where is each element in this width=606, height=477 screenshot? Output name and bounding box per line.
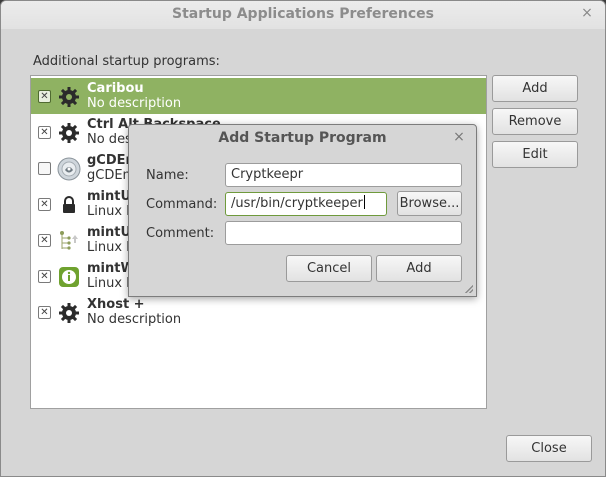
list-item[interactable]: ✕ Caribou No description — [31, 78, 486, 114]
window-title: Startup Applications Preferences — [172, 6, 434, 22]
program-description: No description — [87, 312, 182, 327]
close-button[interactable]: Close — [506, 435, 592, 462]
section-label: Additional startup programs: — [33, 54, 220, 69]
lock-icon — [57, 193, 81, 217]
enable-checkbox[interactable]: ✕ — [38, 90, 51, 103]
name-field-value: Cryptkeepr — [231, 167, 304, 182]
name-label: Name: — [146, 168, 189, 183]
add-startup-program-dialog: Add Startup Program × Name: Cryptkeepr C… — [128, 124, 477, 297]
window-close-icon[interactable]: × — [579, 5, 595, 21]
list-item-text: Caribou No description — [87, 81, 181, 112]
info-icon — [57, 265, 81, 289]
enable-checkbox[interactable]: ✕ — [38, 270, 51, 283]
gear-icon — [57, 85, 81, 109]
command-field[interactable]: /usr/bin/cryptkeeper — [225, 192, 387, 216]
list-item[interactable]: ✕ Xhost + No description — [31, 294, 486, 330]
program-name: Xhost + — [87, 297, 145, 312]
dialog-title: Add Startup Program — [218, 130, 387, 146]
command-field-value: /usr/bin/cryptkeeper — [231, 196, 363, 211]
remove-button[interactable]: Remove — [492, 108, 578, 135]
comment-label: Comment: — [146, 226, 215, 241]
command-label: Command: — [146, 197, 218, 212]
add-button[interactable]: Add — [492, 75, 578, 102]
browse-button[interactable]: Browse... — [397, 191, 462, 216]
enable-checkbox[interactable] — [38, 162, 51, 175]
name-field[interactable]: Cryptkeepr — [225, 163, 462, 187]
text-caret — [363, 195, 365, 209]
window-titlebar[interactable]: Startup Applications Preferences × — [1, 1, 605, 29]
gear-icon — [57, 121, 81, 145]
dialog-add-button[interactable]: Add — [376, 255, 462, 282]
cancel-button[interactable]: Cancel — [286, 255, 372, 282]
enable-checkbox[interactable]: ✕ — [38, 126, 51, 139]
dialog-close-icon[interactable]: × — [451, 129, 467, 145]
enable-checkbox[interactable]: ✕ — [38, 306, 51, 319]
gcdemu-disc-icon — [57, 157, 81, 181]
comment-field[interactable] — [225, 221, 462, 245]
list-item-text: Xhost + No description — [87, 297, 181, 328]
program-name: Caribou — [87, 81, 144, 96]
tree-icon — [57, 229, 81, 253]
enable-checkbox[interactable]: ✕ — [38, 234, 51, 247]
gear-icon — [57, 301, 81, 325]
resize-grip-icon[interactable] — [465, 285, 473, 293]
enable-checkbox[interactable]: ✕ — [38, 198, 51, 211]
program-description: No description — [87, 96, 182, 111]
edit-button[interactable]: Edit — [492, 141, 578, 168]
